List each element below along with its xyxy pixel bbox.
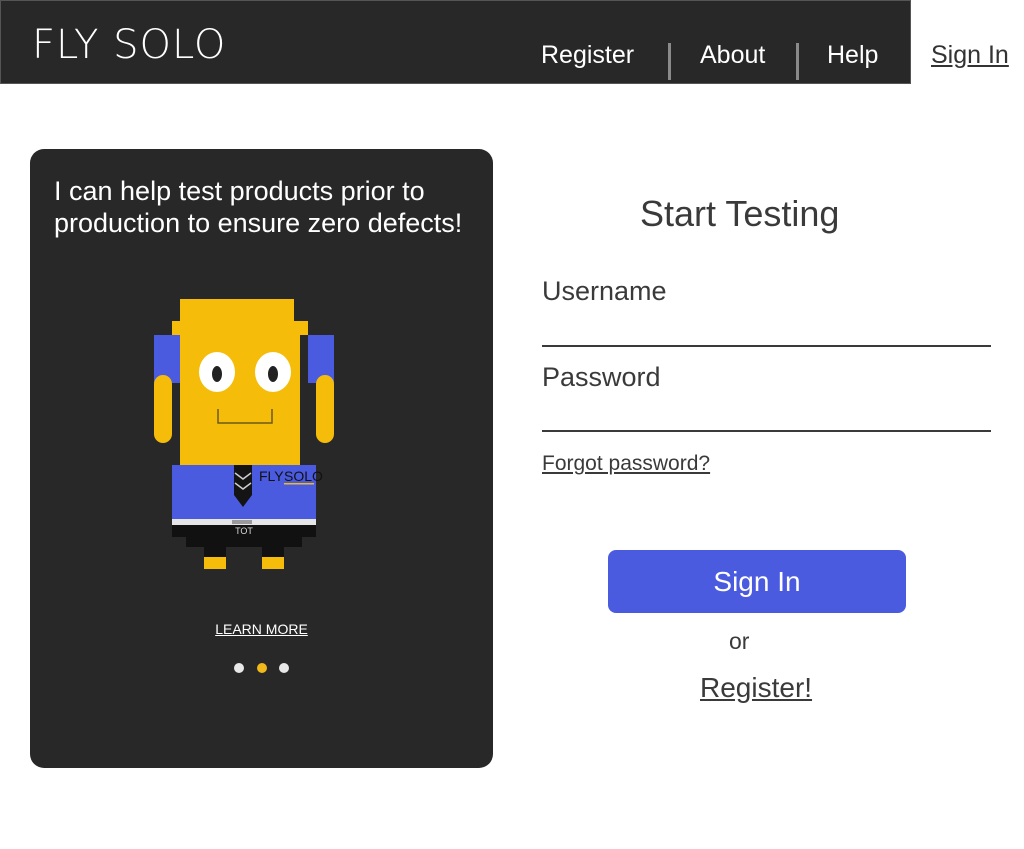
carousel-dot[interactable] — [234, 663, 245, 673]
nav-about[interactable]: About — [700, 41, 765, 70]
promo-text: I can help test products prior to produc… — [54, 176, 463, 238]
nav-divider — [796, 43, 799, 80]
signin-button[interactable]: Sign In — [608, 550, 906, 613]
robot-tie-logo-solo: SOLO — [284, 468, 323, 484]
header-signin-link[interactable]: Sign In — [931, 41, 1009, 70]
nav-register[interactable]: Register — [541, 41, 634, 70]
robot-belt-text: TOT — [235, 526, 253, 536]
logo-fly-text: FLY — [32, 22, 100, 68]
carousel-dots — [30, 660, 493, 678]
logo-solo-text: SOLO — [113, 22, 227, 68]
username-input[interactable] — [542, 311, 991, 347]
or-separator-text: or — [729, 628, 750, 654]
password-label: Password — [542, 362, 661, 392]
forgot-password-link[interactable]: Forgot password? — [542, 452, 710, 476]
fly-solo-logo[interactable]: FLY SOLO — [32, 21, 226, 69]
promo-card: I can help test products prior to produc… — [30, 149, 493, 768]
form-title: Start Testing — [640, 193, 840, 234]
learn-more-link[interactable]: LEARN MORE — [30, 621, 493, 637]
robot-mascot-illustration: FLY SOLO TOT — [154, 299, 334, 569]
username-label: Username — [542, 276, 667, 306]
register-link[interactable]: Register! — [700, 672, 812, 704]
carousel-dot[interactable] — [278, 663, 289, 673]
nav-divider — [668, 43, 671, 80]
top-nav-bar: FLY SOLO Register About Help — [0, 0, 911, 84]
robot-tie-logo-fly: FLY — [259, 468, 284, 484]
password-input[interactable] — [542, 396, 991, 432]
nav-help[interactable]: Help — [827, 41, 878, 70]
carousel-dot-active[interactable] — [256, 663, 267, 673]
